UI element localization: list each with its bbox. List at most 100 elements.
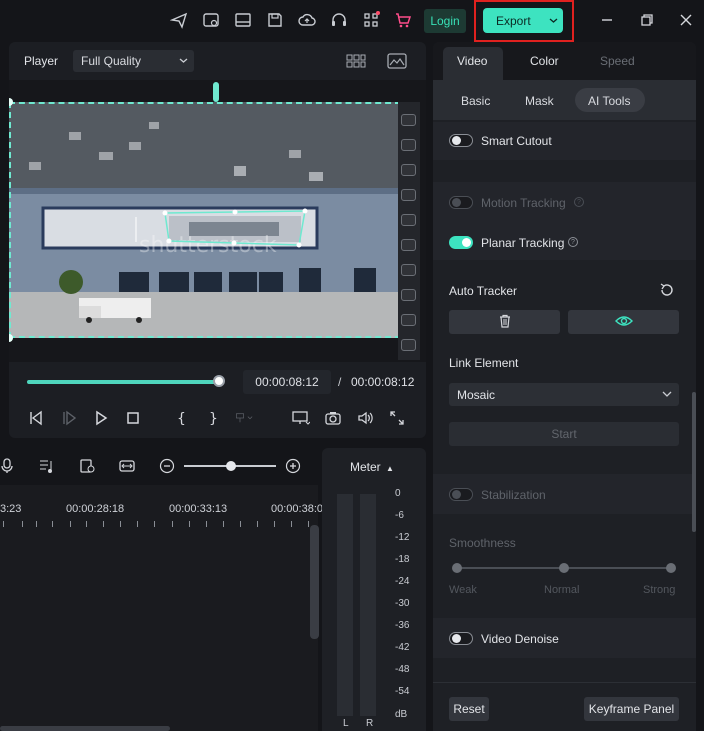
close-icon[interactable]: [676, 10, 696, 30]
total-time: 00:00:08:12: [351, 375, 415, 389]
login-button[interactable]: Login: [424, 9, 466, 33]
quality-dropdown[interactable]: Full Quality: [73, 50, 194, 72]
add-clip-icon[interactable]: [78, 457, 96, 475]
subtab-ai-tools[interactable]: AI Tools: [588, 94, 630, 108]
chevron-down-icon: [662, 388, 672, 402]
apps-grid-icon[interactable]: [360, 9, 382, 31]
microphone-icon[interactable]: [0, 457, 16, 475]
ruler-label: 00:00:28:18: [66, 503, 125, 515]
player-panel: Player Full Quality shutterstock 00:00:0…: [9, 42, 426, 438]
planar-tracking-label: Planar Tracking: [481, 236, 565, 250]
smart-cutout-label: Smart Cutout: [481, 134, 552, 148]
playhead-knob[interactable]: [213, 375, 225, 387]
meter-scale: 0: [395, 488, 401, 499]
timeline-vertical-scrollbar[interactable]: [310, 525, 319, 639]
smoothness-weak: Weak: [449, 584, 477, 596]
tab-video[interactable]: Video: [457, 54, 487, 68]
info-icon[interactable]: ?: [574, 197, 584, 207]
resize-handle[interactable]: [9, 334, 13, 342]
prev-frame-icon[interactable]: [26, 408, 46, 428]
snapshot-icon[interactable]: [323, 408, 343, 428]
delete-track-button[interactable]: [449, 310, 560, 334]
start-tracking-button[interactable]: Start: [449, 422, 679, 446]
video-denoise-toggle[interactable]: [449, 632, 473, 645]
motion-tracking-toggle[interactable]: [449, 196, 473, 209]
keyframe-panel-button[interactable]: Keyframe Panel: [584, 697, 679, 721]
minimize-icon[interactable]: [597, 10, 617, 30]
meter-scale: -48: [395, 664, 410, 675]
image-icon[interactable]: [387, 53, 407, 72]
mark-in-icon[interactable]: {: [171, 408, 191, 428]
play-icon[interactable]: [91, 408, 111, 428]
ruler-label: 00:00:33:13: [169, 503, 228, 515]
zoom-out-icon[interactable]: [158, 457, 176, 475]
fullscreen-icon[interactable]: [387, 408, 407, 428]
save-icon[interactable]: [264, 9, 286, 31]
export-button[interactable]: Export: [483, 8, 563, 33]
zoom-knob[interactable]: [226, 461, 236, 471]
cloud-upload-icon[interactable]: [296, 9, 318, 31]
timeline-ruler[interactable]: 3:23 00:00:28:18 00:00:33:13 00:00:38:0: [0, 493, 323, 527]
audio-track-icon[interactable]: [38, 457, 56, 475]
slider-stop: [452, 563, 462, 573]
slider-knob[interactable]: [559, 563, 569, 573]
current-time[interactable]: 00:00:08:12: [243, 370, 331, 394]
volume-icon[interactable]: [355, 408, 375, 428]
editor-window: Login Export Player Full Quality shutter…: [0, 0, 704, 731]
link-element-dropdown[interactable]: Mosaic: [449, 383, 679, 406]
reset-button[interactable]: Reset: [449, 697, 489, 721]
ruler-label: 00:00:38:0: [271, 503, 323, 515]
subtab-basic[interactable]: Basic: [461, 94, 490, 108]
properties-scrollbar[interactable]: [692, 392, 696, 532]
quality-value: Full Quality: [81, 54, 142, 68]
stabilization-section: Stabilization: [433, 474, 696, 514]
time-separator: /: [338, 375, 342, 389]
frame-strip: [398, 102, 420, 360]
grid-view-icon[interactable]: [346, 53, 366, 72]
headset-icon[interactable]: [328, 9, 350, 31]
meter-title[interactable]: Meter ▲: [350, 460, 394, 474]
caret-up-icon: ▲: [386, 464, 394, 473]
send-icon[interactable]: [168, 9, 190, 31]
timeline-horizontal-scrollbar[interactable]: [0, 726, 170, 731]
selection-border: [9, 102, 401, 338]
layout-icon[interactable]: [232, 9, 254, 31]
tab-speed[interactable]: Speed: [600, 54, 635, 68]
timeline-panel: 3:23 00:00:28:18 00:00:33:13 00:00:38:0: [0, 445, 323, 731]
next-frame-icon[interactable]: [59, 408, 79, 428]
properties-panel: Video Color Speed Basic Mask AI Tools Sm…: [433, 42, 696, 731]
zoom-in-icon[interactable]: [284, 457, 302, 475]
video-viewer[interactable]: shutterstock: [9, 80, 426, 362]
restore-icon[interactable]: [637, 10, 657, 30]
meter-scale: dB: [395, 709, 408, 720]
title-bar: Login Export: [0, 0, 704, 42]
stop-icon[interactable]: [123, 408, 143, 428]
motion-tracking-label: Motion Tracking: [481, 196, 566, 210]
info-icon[interactable]: ?: [568, 237, 578, 247]
subtab-mask[interactable]: Mask: [525, 94, 554, 108]
render-icon[interactable]: [200, 9, 222, 31]
preview-track-button[interactable]: [568, 310, 679, 334]
rotate-handle[interactable]: [213, 82, 219, 102]
smoothness-strong: Strong: [643, 584, 676, 596]
meter-scale: -54: [395, 686, 410, 697]
display-icon[interactable]: [291, 408, 311, 428]
insert-icon[interactable]: [235, 408, 255, 428]
planar-tracking-toggle[interactable]: [449, 236, 473, 249]
video-denoise-label: Video Denoise: [481, 632, 559, 646]
fit-timeline-icon[interactable]: [118, 457, 136, 475]
video-denoise-section: Video Denoise: [433, 618, 696, 658]
divider: [433, 682, 696, 683]
stabilization-toggle[interactable]: [449, 488, 473, 501]
playback-progress[interactable]: [27, 380, 219, 384]
tab-color[interactable]: Color: [530, 54, 559, 68]
smart-cutout-toggle[interactable]: [449, 134, 473, 147]
smart-cutout-section: Smart Cutout: [433, 122, 696, 160]
reset-tracker-icon[interactable]: [659, 282, 675, 301]
meter-bar-right: [360, 494, 376, 716]
mark-out-icon[interactable]: }: [203, 408, 223, 428]
export-label: Export: [496, 13, 531, 28]
cart-icon[interactable]: [392, 9, 414, 31]
chevron-down-icon: [549, 14, 558, 28]
audio-meter-panel: Meter ▲ 0 -6 -12 -18 -24 -30 -36 -42 -48…: [322, 448, 426, 731]
